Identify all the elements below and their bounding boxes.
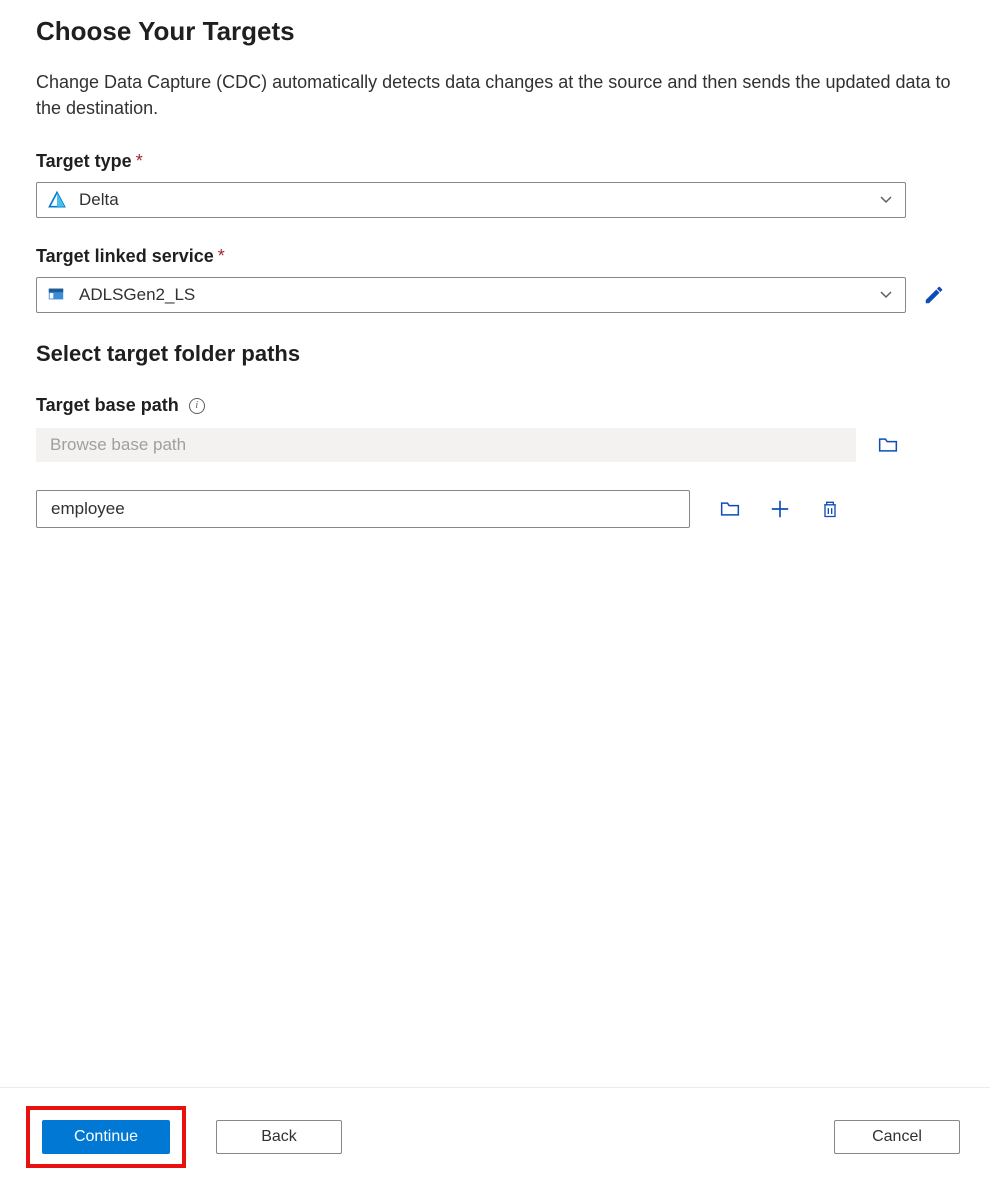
- browse-folder-icon[interactable]: [876, 433, 900, 457]
- continue-highlight: Continue: [26, 1106, 186, 1168]
- cancel-button[interactable]: Cancel: [834, 1120, 960, 1154]
- linked-service-value: ADLSGen2_LS: [79, 285, 895, 305]
- add-icon[interactable]: [768, 497, 792, 521]
- delta-icon: [47, 190, 67, 210]
- paths-heading: Select target folder paths: [36, 341, 954, 367]
- storage-icon: [47, 285, 67, 305]
- linked-service-label: Target linked service*: [36, 246, 954, 267]
- target-type-value: Delta: [79, 190, 895, 210]
- target-type-dropdown[interactable]: Delta: [36, 182, 906, 218]
- edit-icon[interactable]: [922, 283, 946, 307]
- linked-service-dropdown[interactable]: ADLSGen2_LS: [36, 277, 906, 313]
- required-marker: *: [136, 151, 143, 171]
- folder-path-input[interactable]: [36, 490, 690, 528]
- info-icon[interactable]: i: [189, 398, 205, 414]
- base-path-input[interactable]: [36, 428, 856, 462]
- required-marker: *: [218, 246, 225, 266]
- back-button[interactable]: Back: [216, 1120, 342, 1154]
- browse-folder-icon[interactable]: [718, 497, 742, 521]
- chevron-down-icon: [879, 193, 893, 207]
- page-description: Change Data Capture (CDC) automatically …: [36, 69, 954, 121]
- base-path-label: Target base path: [36, 395, 179, 416]
- delete-icon[interactable]: [818, 497, 842, 521]
- chevron-down-icon: [879, 288, 893, 302]
- target-type-label: Target type*: [36, 151, 954, 172]
- footer: Continue Back Cancel: [0, 1087, 990, 1186]
- page-title: Choose Your Targets: [36, 16, 954, 47]
- continue-button[interactable]: Continue: [42, 1120, 170, 1154]
